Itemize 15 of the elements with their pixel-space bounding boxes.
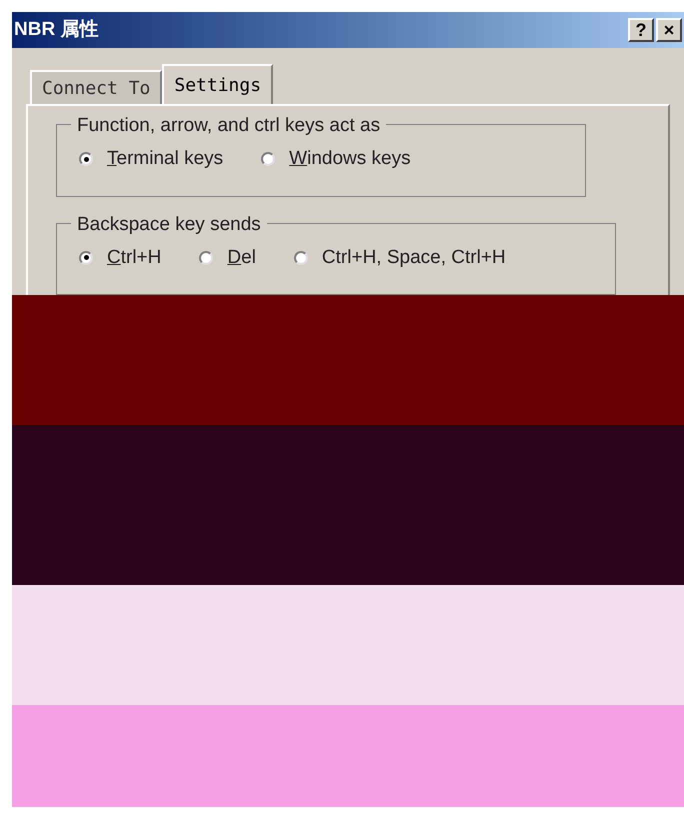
window-title: NBR 属性 [14, 18, 98, 42]
title-bar-button[interactable]: × [656, 18, 682, 42]
radio-button[interactable] [294, 250, 308, 265]
title-bar-button[interactable]: ? [628, 18, 654, 42]
radio-button[interactable] [79, 152, 93, 166]
radio-label: Ctrl+H, Space, Ctrl+H [322, 246, 506, 270]
radio-label: Windows keys [289, 147, 411, 171]
radio-button[interactable] [261, 152, 276, 166]
radio-label: Ctrl+H [107, 246, 162, 270]
radio-button[interactable] [79, 250, 93, 265]
radio-button[interactable] [199, 250, 214, 265]
radio-label: Del [227, 246, 256, 270]
tab[interactable]: Connect To [30, 70, 162, 104]
tab[interactable]: Settings [162, 64, 274, 104]
radio-label: Terminal keys [107, 147, 224, 171]
